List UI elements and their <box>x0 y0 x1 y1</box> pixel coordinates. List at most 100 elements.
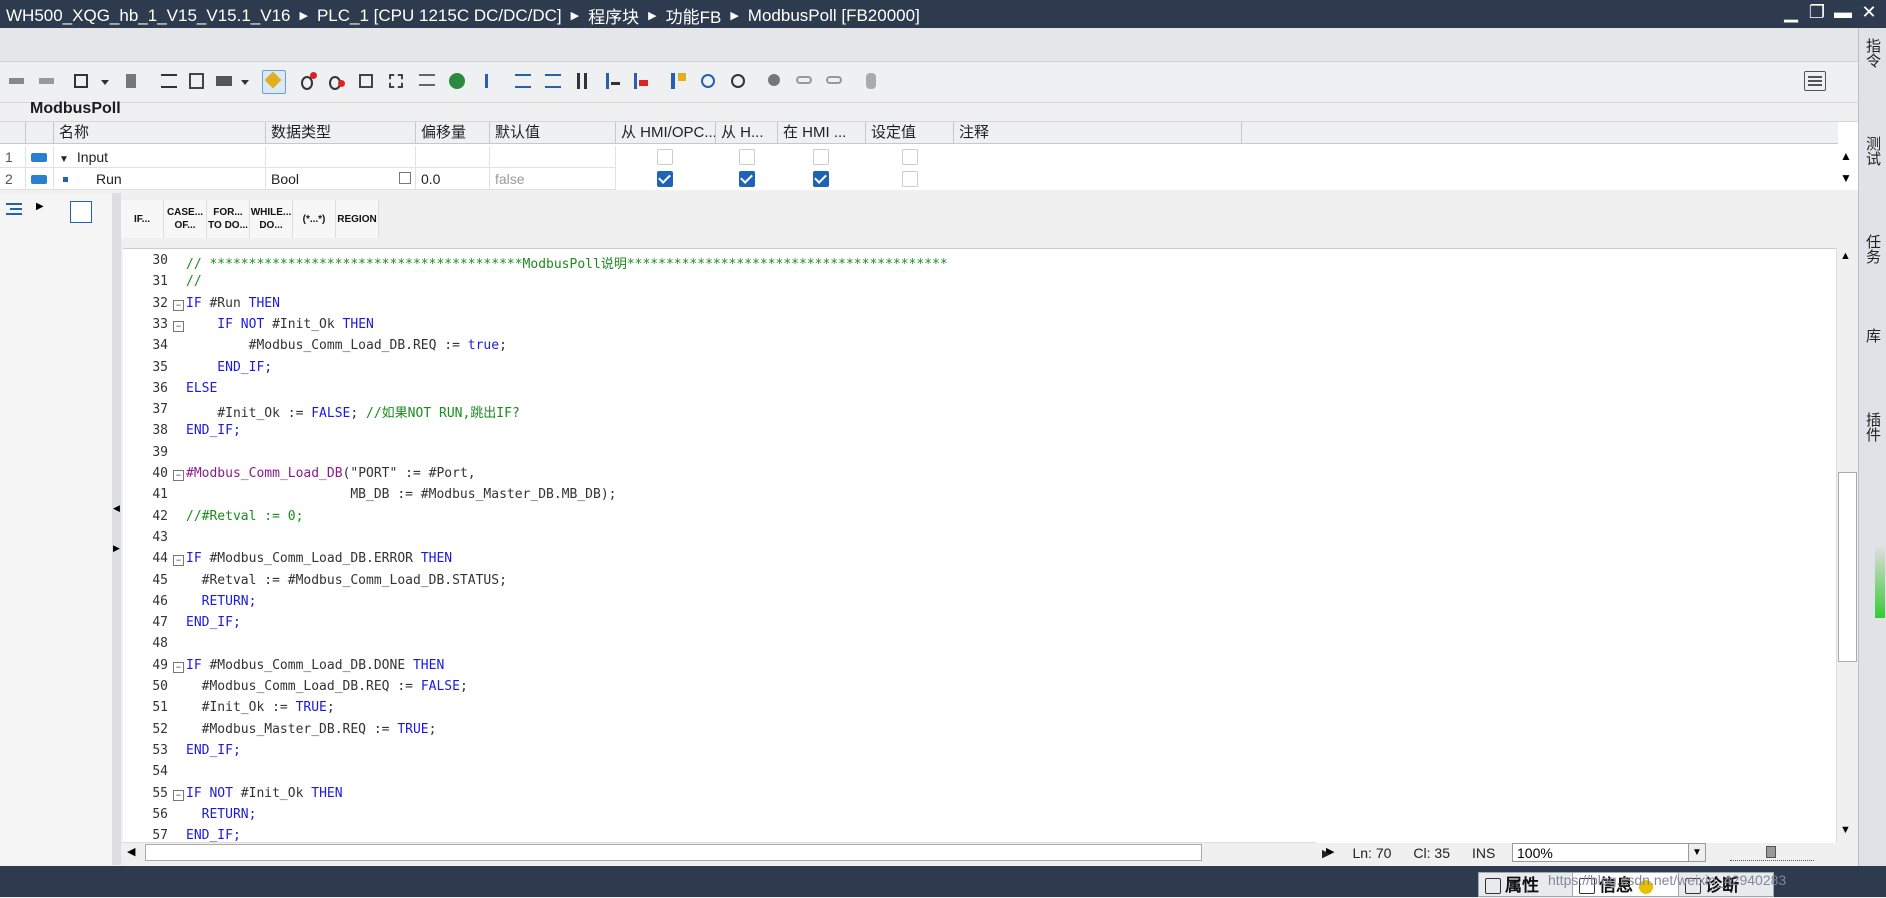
insert-network-icon[interactable] <box>6 70 28 92</box>
favorites-icon[interactable] <box>262 70 286 94</box>
code-line[interactable]: #Modbus_Master_DB.REQ := TRUE; <box>186 722 437 737</box>
name-cell[interactable]: Run <box>54 168 266 190</box>
float-icon[interactable]: ❐ <box>1808 2 1826 23</box>
expand-right-icon[interactable]: ▶ <box>1322 847 1330 860</box>
column-header-setpoint[interactable]: 设定值 <box>866 122 954 144</box>
force-icon[interactable] <box>764 70 786 92</box>
column-header-datatype[interactable]: 数据类型 <box>266 122 416 144</box>
monitor-all-icon[interactable] <box>728 70 750 92</box>
fold-toggle-icon[interactable]: − <box>173 661 184 673</box>
dropdown-arrow-icon[interactable] <box>234 70 256 92</box>
datatype-picker-icon[interactable] <box>399 172 411 184</box>
maximize-icon[interactable]: ▬ <box>1834 2 1852 23</box>
scroll-up-icon[interactable]: ▲ <box>1840 250 1851 262</box>
in-hmi-checkbox[interactable] <box>813 171 829 187</box>
code-line[interactable]: // *************************************… <box>186 253 948 272</box>
watch-icon[interactable] <box>668 70 690 92</box>
setpoint-checkbox[interactable] <box>902 149 918 165</box>
from-h-checkbox[interactable] <box>739 171 755 187</box>
increase-indent-icon[interactable] <box>512 70 534 92</box>
code-line[interactable]: #Modbus_Comm_Load_DB.REQ := FALSE; <box>186 679 468 694</box>
code-line[interactable]: #Modbus_Comm_Load_DB.REQ := true; <box>186 338 507 353</box>
code-line[interactable]: IF NOT #Init_Ok THEN <box>186 786 343 801</box>
print-icon[interactable] <box>214 70 236 92</box>
column-header-comment[interactable]: 注释 <box>954 122 1242 144</box>
outline-icon[interactable] <box>186 70 208 92</box>
hmi-opc-checkbox[interactable] <box>657 171 673 187</box>
breadcrumb-program-blocks[interactable]: 程序块 <box>588 3 639 28</box>
code-line[interactable]: IF #Run THEN <box>186 296 280 311</box>
default-cell[interactable]: false <box>490 168 616 190</box>
in-hmi-checkbox[interactable] <box>813 149 829 165</box>
from-h-checkbox[interactable] <box>739 149 755 165</box>
snippet-case[interactable]: CASE... OF... <box>164 200 207 238</box>
code-line[interactable]: #Modbus_Comm_Load_DB("PORT" := #Port, <box>186 466 476 481</box>
code-line[interactable]: //#Retval := 0; <box>186 509 303 524</box>
column-header-offset[interactable]: 偏移量 <box>416 122 490 144</box>
datatype-cell[interactable]: Bool <box>266 168 416 190</box>
code-line[interactable]: #Retval := #Modbus_Comm_Load_DB.STATUS; <box>186 573 507 588</box>
code-line[interactable]: #Init_Ok := FALSE; //如果NOT RUN,跳出IF? <box>186 402 519 421</box>
code-line[interactable]: #Init_Ok := TRUE; <box>186 700 335 715</box>
sync-view-icon[interactable] <box>70 201 92 223</box>
code-line[interactable]: // <box>186 274 202 289</box>
snippet-if[interactable]: IF... <box>121 200 164 238</box>
code-line[interactable]: END_IF; <box>186 615 241 630</box>
bookmark-next-icon[interactable] <box>630 70 652 92</box>
breadcrumb-plc[interactable]: PLC_1 [CPU 1215C DC/DC/DC] <box>317 6 562 26</box>
code-line[interactable]: END_IF; <box>186 743 241 758</box>
monitor-icon[interactable] <box>698 70 720 92</box>
scroll-left-icon[interactable]: ◀ <box>127 845 135 858</box>
fold-toggle-icon[interactable]: − <box>173 789 184 801</box>
indent-icon[interactable] <box>416 70 438 92</box>
code-line[interactable]: ELSE <box>186 381 217 396</box>
code-line[interactable]: END_IF; <box>186 423 241 438</box>
hmi-opc-checkbox[interactable] <box>657 149 673 165</box>
column-header-name[interactable]: 名称 <box>54 122 266 144</box>
code-line[interactable]: IF #Modbus_Comm_Load_DB.DONE THEN <box>186 658 444 673</box>
close-icon[interactable]: ✕ <box>1860 2 1878 23</box>
snippet-region[interactable]: REGION <box>336 200 379 238</box>
code-line[interactable]: RETURN; <box>186 594 257 609</box>
collapse-left-icon[interactable]: ◀ <box>113 503 120 514</box>
snapshot-icon[interactable] <box>794 70 816 92</box>
snippet-comment[interactable]: (*...*) <box>293 200 336 238</box>
bookmark-icon[interactable] <box>602 70 624 92</box>
minimize-icon[interactable]: ▁ <box>1782 2 1800 23</box>
snippet-while[interactable]: WHILE... DO... <box>250 200 293 238</box>
snapshot-values-icon[interactable] <box>824 70 846 92</box>
vertical-scroll-thumb[interactable] <box>1838 472 1857 662</box>
snippet-for[interactable]: FOR... TO DO... <box>207 200 250 238</box>
code-line[interactable]: END_IF; <box>186 360 272 375</box>
panel-layout-icon[interactable] <box>1804 71 1826 91</box>
zoom-select[interactable]: 100% <box>1512 843 1706 862</box>
expand-arrow-icon[interactable]: ▶ <box>36 201 44 212</box>
column-header-default[interactable]: 默认值 <box>490 122 616 144</box>
code-line[interactable]: END_IF; <box>186 828 241 843</box>
tab-addins[interactable]: 插件 <box>1863 412 1883 442</box>
column-header-in-hmi[interactable]: 在 HMI ... <box>778 122 866 144</box>
comment-icon[interactable] <box>356 70 378 92</box>
fold-toggle-icon[interactable]: − <box>173 320 184 332</box>
delete-network-icon[interactable] <box>36 70 58 92</box>
tab-testing[interactable]: 测试 <box>1863 136 1883 166</box>
fold-toggle-icon[interactable]: − <box>173 555 184 567</box>
tab-libraries[interactable]: 库 <box>1863 328 1883 343</box>
align-icon[interactable] <box>572 70 594 92</box>
column-header-hmi-opc[interactable]: 从 HMI/OPC... <box>616 122 716 144</box>
expand-right-icon[interactable]: ▶ <box>113 543 120 554</box>
name-cell[interactable]: ▼ Input <box>54 146 266 168</box>
delete-row-icon[interactable] <box>122 70 144 92</box>
dropdown-arrow-icon[interactable] <box>94 70 116 92</box>
breadcrumb-fb-folder[interactable]: 功能FB <box>666 3 722 28</box>
tab-tasks[interactable]: 任务 <box>1863 234 1883 264</box>
fold-toggle-icon[interactable]: − <box>173 299 184 311</box>
collapse-arrow-icon[interactable]: ▼ <box>59 154 69 165</box>
scroll-down-icon[interactable]: ▼ <box>1840 824 1851 836</box>
code-line[interactable]: IF #Modbus_Comm_Load_DB.ERROR THEN <box>186 551 452 566</box>
remove-call-icon[interactable] <box>326 70 348 92</box>
decrease-indent-icon[interactable] <box>542 70 564 92</box>
horizontal-scroll-thumb[interactable] <box>145 844 1202 861</box>
uncomment-icon[interactable] <box>386 70 408 92</box>
database-icon[interactable] <box>862 70 884 92</box>
